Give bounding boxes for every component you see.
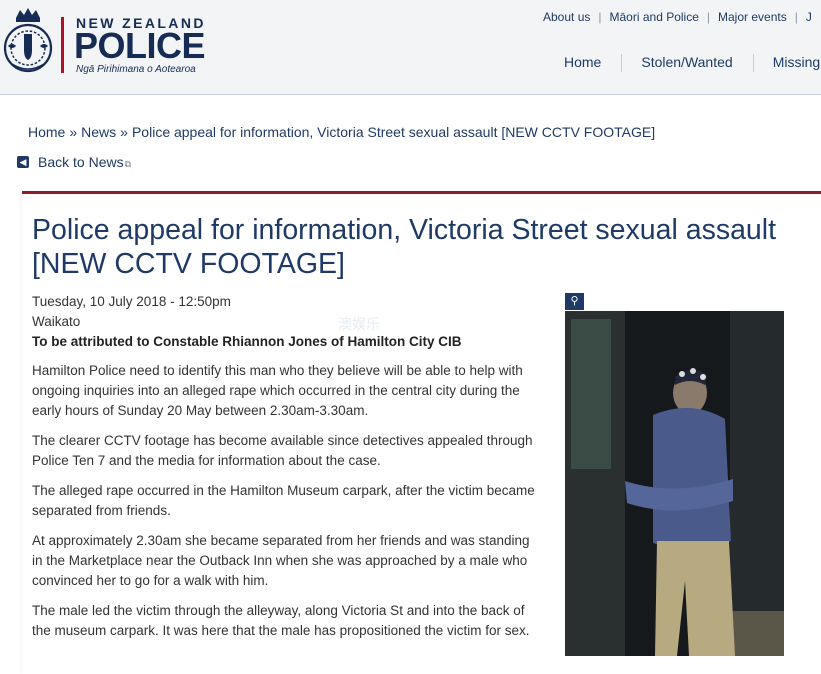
back-arrow-icon: ◀	[17, 156, 29, 169]
article-meta: Tuesday, 10 July 2018 - 12:50pm Waikato …	[32, 292, 462, 352]
breadcrumb-separator: »	[120, 124, 128, 140]
brand-subtitle: Ngā Pirihimana o Aotearoa	[76, 64, 196, 75]
brand-name[interactable]: POLICE	[74, 26, 206, 66]
article-date: Tuesday, 10 July 2018 - 12:50pm	[32, 294, 231, 309]
nav-item-home[interactable]: Home	[564, 54, 601, 70]
util-link-maori-and-police[interactable]: Māori and Police	[610, 10, 699, 24]
article-attribution: To be attributed to Constable Rhiannon J…	[32, 334, 462, 349]
utility-nav: About us | Māori and Police | Major events | J	[543, 10, 812, 24]
site-header: NEW ZEALAND POLICE Ngā Pirihimana o Aote…	[0, 0, 821, 94]
article-paragraph: The clearer CCTV footage has become avai…	[32, 433, 533, 468]
zoom-icon[interactable]: ⚲	[565, 293, 584, 310]
brand-divider	[61, 17, 64, 73]
util-link-truncated[interactable]: J	[806, 10, 812, 24]
article-body: Hamilton Police need to identify this ma…	[32, 361, 542, 651]
external-link-icon: ⧉	[124, 159, 132, 169]
util-link-about-us[interactable]: About us	[543, 10, 590, 24]
watermark: 澳娱乐	[338, 316, 380, 332]
util-separator: |	[598, 10, 602, 24]
back-to-news-label[interactable]: Back to News	[38, 154, 124, 170]
back-to-news-link[interactable]: ◀ Back to News⧉	[17, 154, 131, 170]
article-title: Police appeal for information, Victoria …	[32, 214, 777, 280]
header-divider	[0, 94, 821, 95]
breadcrumb-current: Police appeal for information, Victoria …	[131, 124, 656, 140]
breadcrumb: Home» News» Police appeal for information,…	[28, 124, 655, 140]
nav-separator	[752, 54, 754, 73]
breadcrumb-news[interactable]: News	[81, 124, 116, 140]
nav-item-missing[interactable]: Missing	[773, 54, 820, 70]
article-paragraph: Hamilton Police need to identify this ma…	[32, 363, 523, 418]
article-paragraph: At approximately 2.30am she became separ…	[32, 533, 530, 588]
article-paragraph: The male led the victim through the alle…	[32, 603, 530, 638]
main-nav: Home Stolen/Wanted Missing	[564, 54, 820, 73]
breadcrumb-separator: »	[69, 124, 78, 140]
article-paragraph: The alleged rape occurred in the Hamilto…	[32, 483, 535, 518]
util-link-major-events[interactable]: Major events	[718, 10, 787, 24]
util-separator: |	[794, 10, 798, 24]
nav-separator	[621, 54, 623, 73]
cctv-image[interactable]	[565, 311, 784, 656]
util-separator: |	[706, 10, 711, 24]
breadcrumb-home[interactable]: Home	[28, 124, 65, 140]
police-crest-logo[interactable]	[2, 4, 54, 76]
nav-item-stolen-wanted[interactable]: Stolen/Wanted	[641, 54, 732, 70]
article-region: Waikato	[32, 314, 81, 329]
